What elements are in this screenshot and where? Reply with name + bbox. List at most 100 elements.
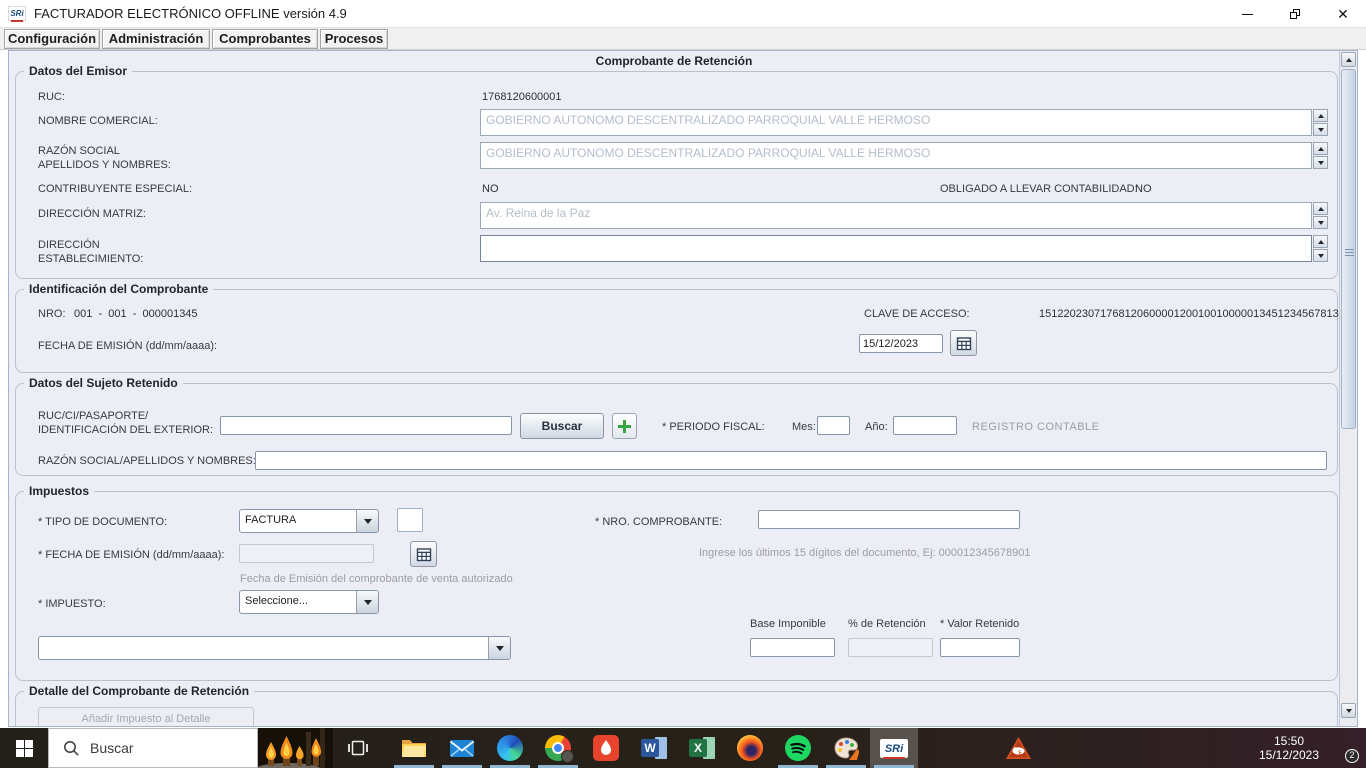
contribuyente-value: NO [482, 183, 499, 195]
fecha-emision-calendar-button[interactable] [950, 330, 977, 356]
direccion-matriz-textarea[interactable]: Av. Reina de la Paz [480, 202, 1312, 229]
sri-taskbar-icon: SRi [880, 738, 908, 759]
taskbar-mail[interactable] [438, 728, 486, 768]
spinner-up-button[interactable] [1313, 142, 1328, 155]
menu-bar: Configuración Administración Comprobante… [0, 28, 1366, 50]
close-button[interactable]: ✕ [1320, 0, 1366, 28]
start-button[interactable] [0, 728, 48, 768]
taskbar-chrome[interactable] [534, 728, 582, 768]
plus-icon [618, 419, 631, 433]
tray-time: 15:50 [1273, 734, 1305, 748]
retencion-input[interactable] [848, 638, 933, 657]
taskbar-file-explorer[interactable] [390, 728, 438, 768]
taskbar-firefox[interactable] [726, 728, 774, 768]
minimize-button[interactable] [1224, 0, 1270, 28]
spinner-up-button[interactable] [1313, 109, 1328, 122]
chrome-badge [561, 750, 574, 763]
spinner-up-button[interactable] [1313, 235, 1328, 248]
menu-administracion[interactable]: Administración [102, 29, 210, 49]
spinner-down-button[interactable] [1313, 249, 1328, 262]
concepto-retencion-value [39, 637, 488, 659]
tray-clock[interactable]: 15:50 15/12/2023 [1250, 728, 1328, 768]
spinner-down-button[interactable] [1313, 123, 1328, 136]
identificacion-exterior-label-1: RUC/CI/PASAPORTE/ [38, 410, 149, 422]
menu-configuracion[interactable]: Configuración [4, 29, 100, 49]
obligado-value: NO [1135, 183, 1152, 195]
taskbar-search-box[interactable] [48, 728, 258, 768]
identificacion-exterior-label-2: IDENTIFICACIÓN DEL EXTERIOR: [38, 424, 214, 436]
page-title: Comprobante de Retención [595, 54, 753, 68]
taskbar-edge[interactable] [486, 728, 534, 768]
taskbar-paint[interactable] [822, 728, 870, 768]
fecha-emision-input[interactable] [859, 334, 943, 353]
obligado-label: OBLIGADO A LLEVAR CONTABILIDAD: [940, 183, 1138, 195]
tipo-documento-code-box[interactable] [397, 508, 423, 532]
group-title-emisor: Datos del Emisor [24, 64, 133, 78]
spinner-down-button[interactable] [1313, 216, 1328, 229]
concepto-retencion-combo[interactable] [38, 636, 511, 660]
spinner-down-button[interactable] [1313, 156, 1328, 169]
valor-retenido-input[interactable] [940, 638, 1020, 657]
tipo-documento-combo[interactable]: FACTURA [239, 509, 379, 533]
arrow-up-icon [1317, 206, 1324, 211]
arrow-up-icon [1345, 57, 1352, 62]
spotify-icon [785, 735, 811, 761]
menu-comprobantes[interactable]: Comprobantes [212, 29, 318, 49]
nombre-comercial-textarea[interactable]: GOBIERNO AUTONOMO DESCENTRALIZADO PARROQ… [480, 109, 1312, 136]
fecha-emision-doc-input[interactable] [239, 544, 374, 563]
combo-arrow-button[interactable] [488, 637, 510, 659]
scrollbar-grip [1345, 249, 1354, 257]
agregar-impuesto-button[interactable]: Añadir Impuesto al Detalle [38, 707, 254, 726]
scrollbar-thumb[interactable] [1341, 69, 1356, 429]
alert-app-icon [1005, 736, 1031, 759]
combo-arrow-button[interactable] [356, 510, 378, 532]
fecha-emision-doc-calendar-button[interactable] [410, 541, 437, 567]
nro-comprobante-hint: Ingrese los últimos 15 dígitos del docum… [699, 547, 1031, 559]
direccion-establecimiento-textarea[interactable] [480, 235, 1312, 262]
direccion-establecimiento-label-1: DIRECCIÓN [38, 239, 100, 251]
scroll-down-button[interactable] [1341, 703, 1356, 718]
fecha-emision-hint: Fecha de Emisión del comprobante de vent… [240, 573, 513, 585]
taskbar-sri-facturador[interactable]: SRi [870, 728, 918, 768]
periodo-fiscal-label: * PERIODO FISCAL: [662, 421, 765, 433]
ruc-value: 1768120600001 [482, 91, 562, 103]
anio-input[interactable] [893, 416, 957, 435]
file-explorer-icon [402, 740, 426, 757]
mes-input[interactable] [817, 416, 850, 435]
identificacion-exterior-input[interactable] [220, 416, 512, 435]
scroll-up-button[interactable] [1341, 52, 1356, 67]
firefox-icon [737, 735, 763, 761]
taskbar-pdf-reader[interactable] [582, 728, 630, 768]
nombre-comercial-label: NOMBRE COMERCIAL: [38, 115, 158, 127]
base-imponible-input[interactable] [750, 638, 835, 657]
pdf-reader-icon [593, 735, 619, 761]
candles-image [258, 728, 333, 768]
direccion-matriz-label: DIRECCIÓN MATRIZ: [38, 208, 146, 220]
search-input[interactable] [90, 740, 230, 756]
spotlight-image[interactable] [258, 728, 333, 768]
combo-arrow-button[interactable] [356, 591, 378, 613]
menu-procesos[interactable]: Procesos [320, 29, 388, 49]
title-bar: SRi FACTURADOR ELECTRÓNICO OFFLINE versi… [0, 0, 1366, 28]
impuesto-combo[interactable]: Seleccione... [239, 590, 379, 614]
group-identificacion: Identificación del Comprobante NRO: 001 … [15, 282, 1339, 373]
direccion-establecimiento-spinner [1313, 235, 1328, 262]
taskbar-spotify[interactable] [774, 728, 822, 768]
calendar-icon [956, 336, 971, 350]
group-title-identificacion: Identificación del Comprobante [24, 282, 214, 296]
task-view-button[interactable] [336, 728, 380, 768]
nro-comprobante-input[interactable] [758, 510, 1020, 529]
restore-button[interactable] [1272, 0, 1318, 28]
add-sujeto-button[interactable] [612, 413, 637, 439]
taskbar: W X [0, 728, 1366, 768]
base-imponible-header: Base Imponible [750, 618, 826, 630]
razon-social-textarea[interactable]: GOBIERNO AUTONOMO DESCENTRALIZADO PARROQ… [480, 142, 1312, 169]
buscar-button[interactable]: Buscar [520, 413, 604, 439]
spinner-up-button[interactable] [1313, 202, 1328, 215]
razon-social-sujeto-input[interactable] [255, 451, 1327, 470]
taskbar-word[interactable]: W [630, 728, 678, 768]
tray-alert-app[interactable] [1000, 728, 1036, 768]
anio-label: Año: [865, 421, 888, 433]
paint-icon [834, 737, 859, 760]
taskbar-excel[interactable]: X [678, 728, 726, 768]
